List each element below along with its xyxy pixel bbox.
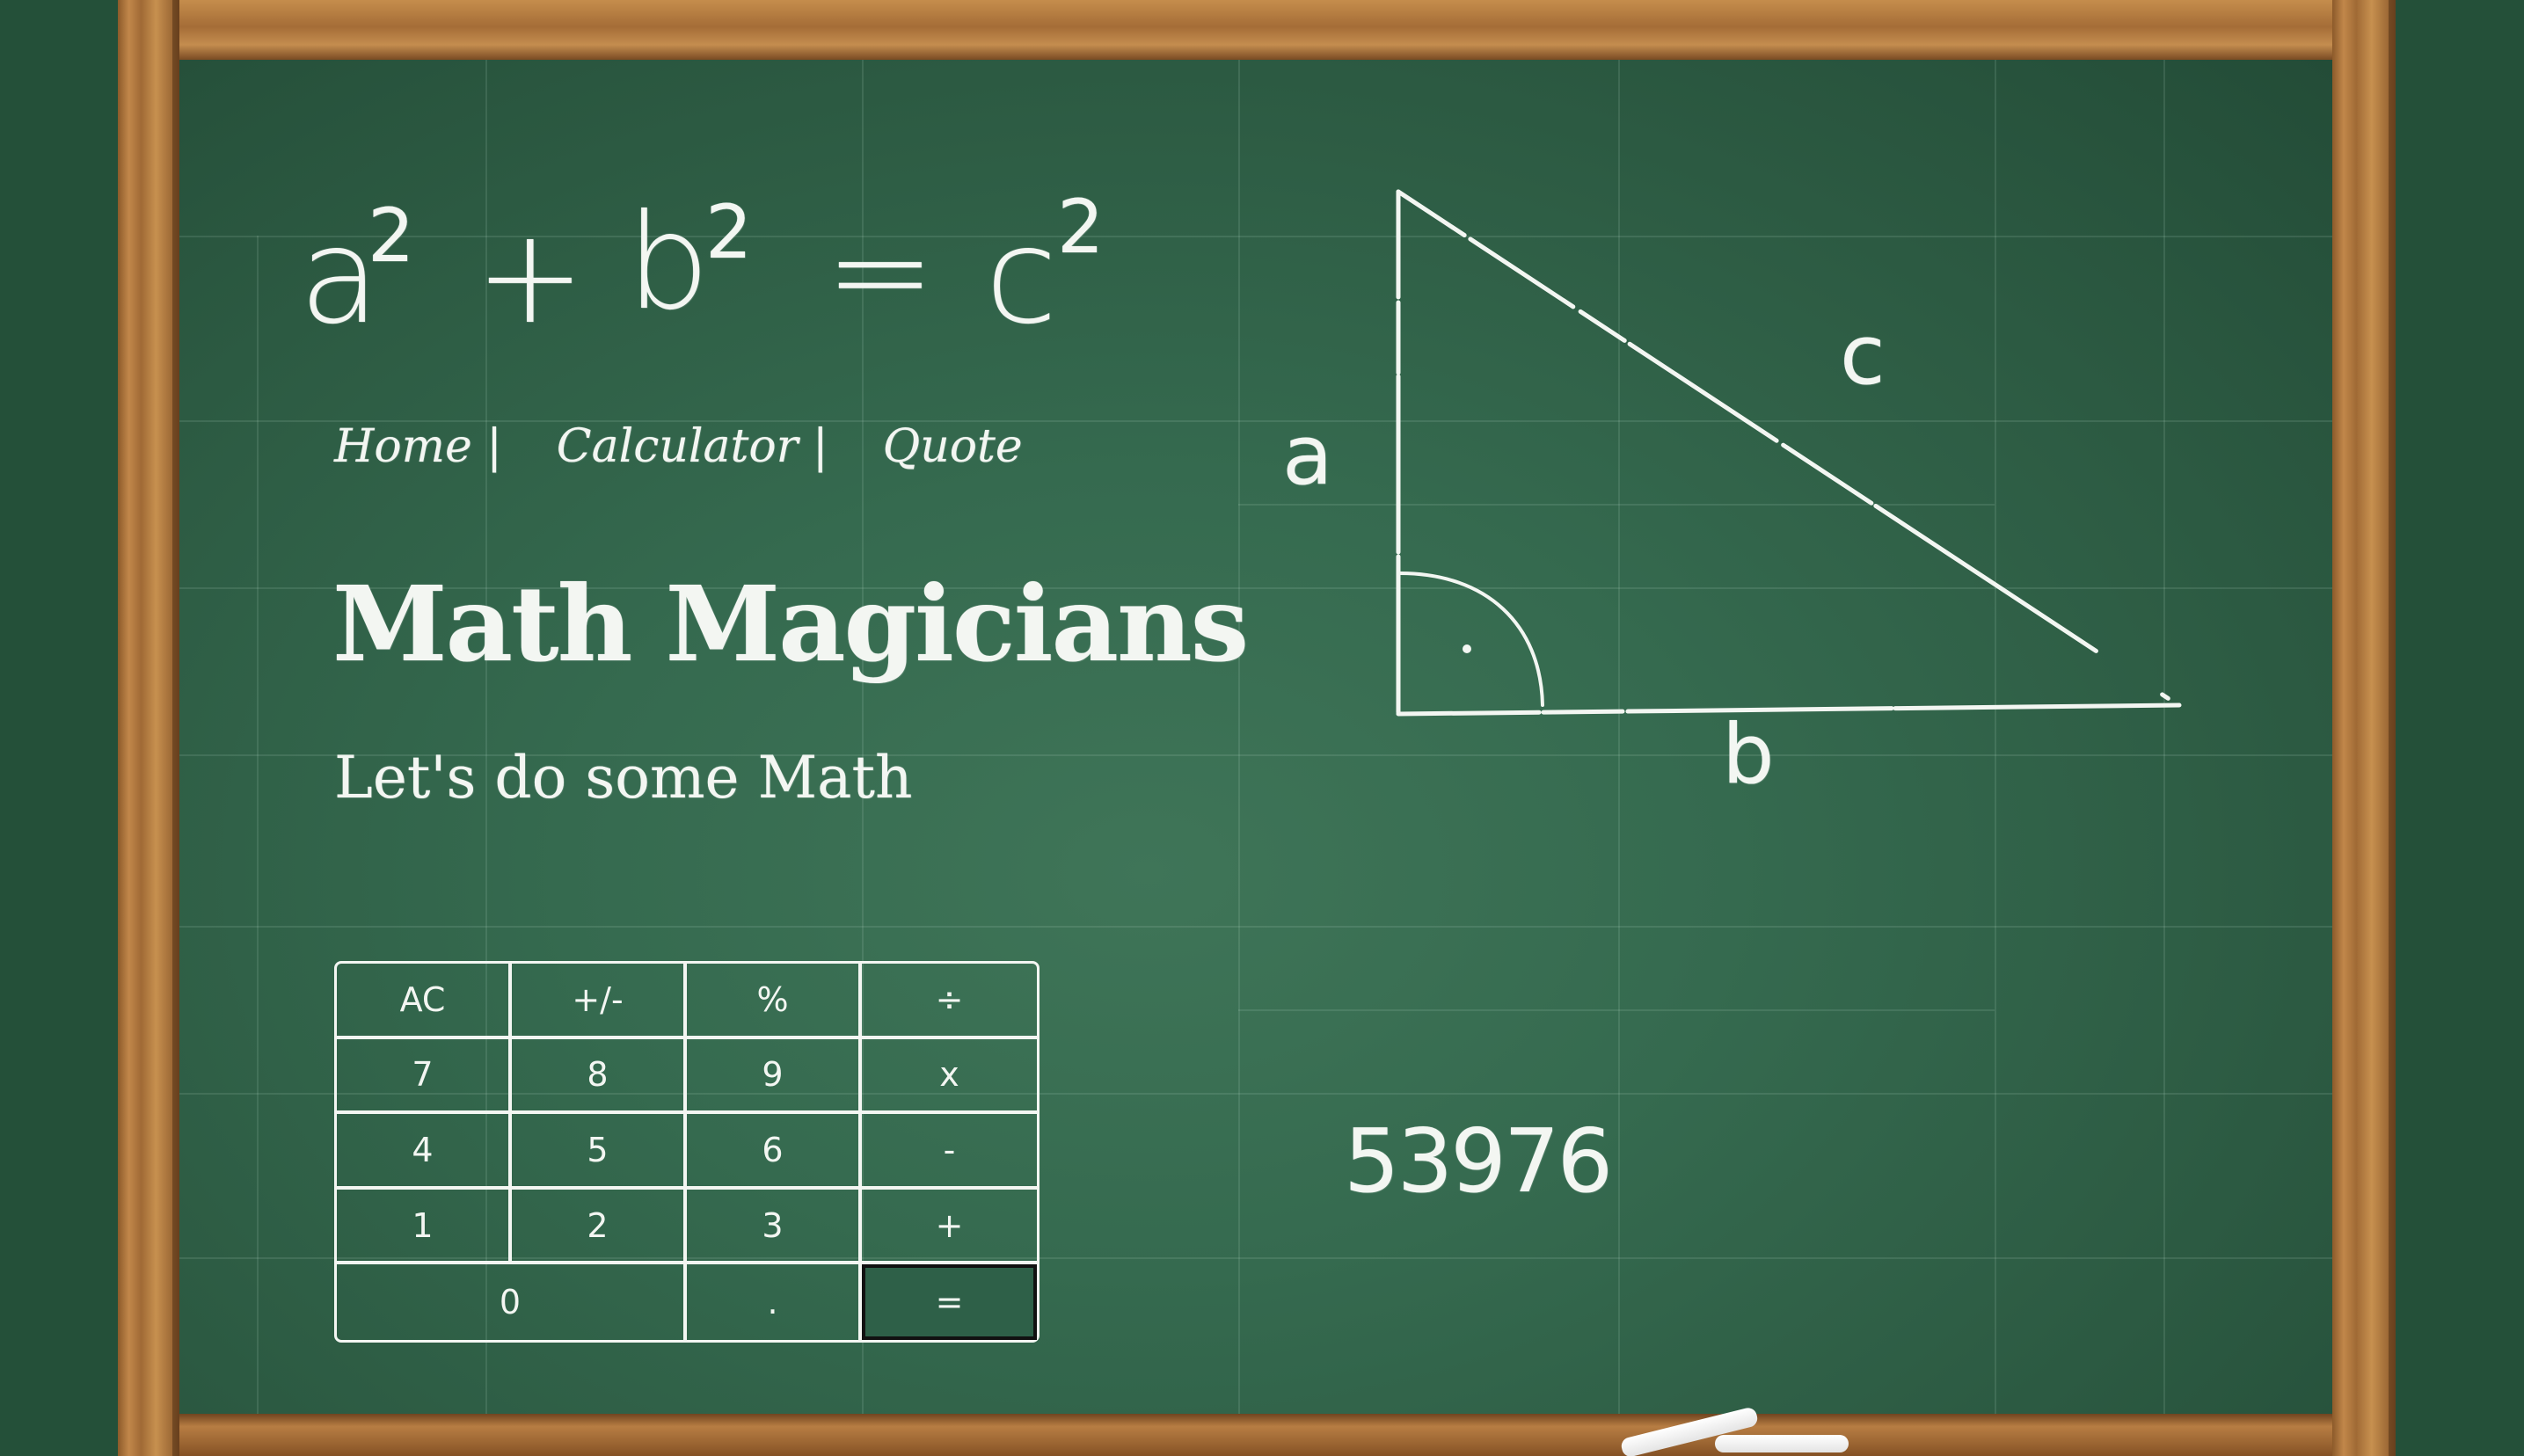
formula-c-exponent: 2 [1057,184,1105,270]
nav-home-link[interactable]: Home | [334,420,502,473]
calculator-result: 53976 [1344,1110,1613,1212]
grid-line [179,926,2332,928]
pythagorean-formula: a 2 + b 2 = c 2 [299,176,1108,343]
grid-line [1238,60,1240,1414]
key-percent-button[interactable]: % [687,964,862,1039]
key-0-button[interactable]: 0 [337,1264,687,1340]
key-4-button[interactable]: 4 [337,1114,512,1190]
main-nav: Home | Calculator | Quote [334,420,1023,473]
formula-equals: = [825,195,936,348]
right-triangle-drawing: a b c [1266,167,2234,835]
frame-top [179,0,2332,60]
right-angle-arc [1398,571,1544,707]
key-8-button[interactable]: 8 [512,1038,687,1115]
page: a 2 + b 2 = c 2 Home | Calculator | Quot… [0,0,2524,1456]
formula-plus: + [475,200,586,353]
key-equals-button[interactable]: = [862,1264,1037,1340]
key-1-button[interactable]: 1 [337,1189,512,1265]
triangle-label-b: b [1722,707,1775,803]
nav-quote-link[interactable]: Quote [883,420,1023,473]
triangle-side-b [1396,703,2182,717]
key-ac-button[interactable]: AC [337,964,512,1039]
frame-left [118,0,179,1456]
triangle-label-a: a [1282,408,1333,504]
page-subtitle: Let's do some Math [334,744,913,812]
formula-c: c [985,200,1058,353]
triangle-label-c: c [1840,308,1886,404]
key-multiply-button[interactable]: x [862,1039,1037,1115]
chalk-stick [1715,1435,1849,1452]
key-6-button[interactable]: 6 [687,1114,862,1190]
right-angle-dot [1463,644,1471,653]
key-sign-button[interactable]: +/- [512,964,687,1039]
frame-bottom [179,1414,2332,1456]
key-5-button[interactable]: 5 [512,1114,687,1190]
key-decimal-button[interactable]: . [687,1264,862,1340]
page-title: Math Magicians [332,563,1249,685]
formula-a-exponent: 2 [368,193,415,279]
key-3-button[interactable]: 3 [687,1189,862,1265]
key-divide-button[interactable]: ÷ [862,964,1037,1039]
calculator: AC +/- % ÷ 7 8 9 x 4 5 6 - 1 2 3 + 0 . = [334,961,1040,1343]
key-9-button[interactable]: 9 [687,1038,862,1115]
key-2-button[interactable]: 2 [512,1189,687,1265]
key-subtract-button[interactable]: - [862,1114,1037,1190]
key-7-button[interactable]: 7 [337,1038,512,1115]
key-add-button[interactable]: + [862,1190,1037,1265]
grid-line [257,236,259,1414]
grid-line [1238,1009,1995,1011]
frame-right [2332,0,2396,1456]
nav-calculator-link[interactable]: Calculator | [557,420,828,473]
formula-b-exponent: 2 [705,189,753,275]
triangle-side-c [1396,189,2184,710]
formula-b: b [626,186,711,339]
